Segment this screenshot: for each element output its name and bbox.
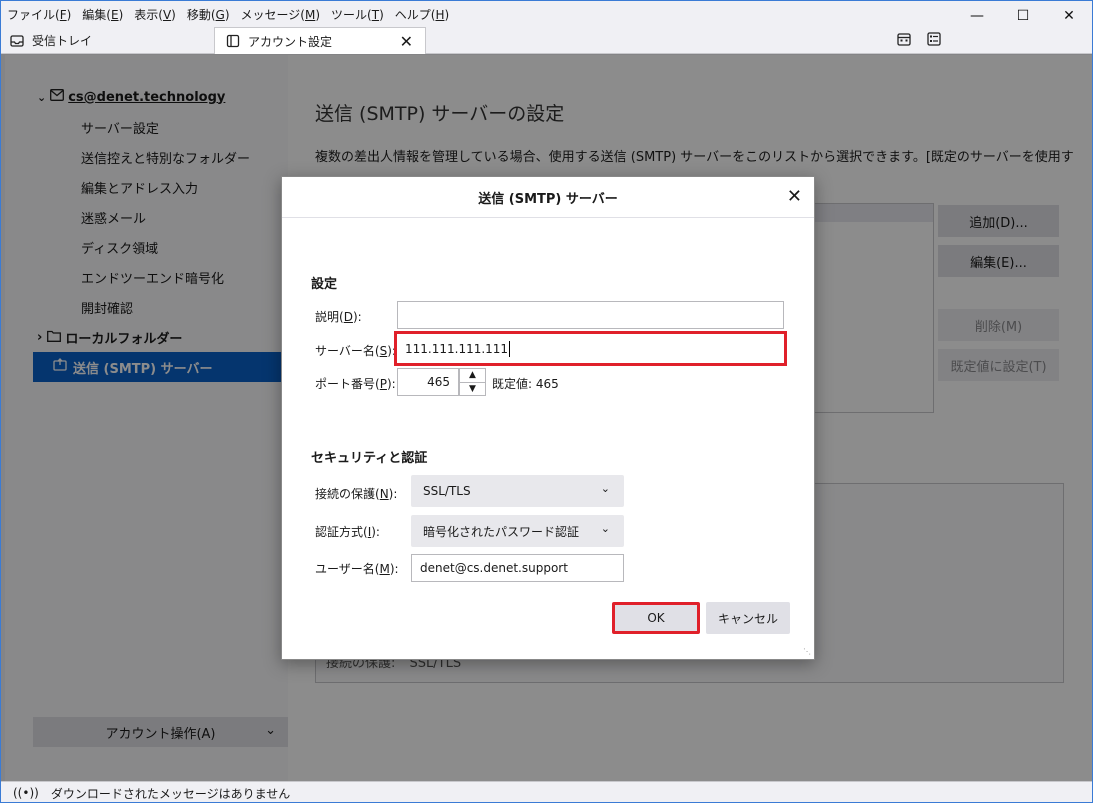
default-port-text: 既定値: 465 — [492, 377, 559, 391]
inbox-icon — [9, 33, 25, 49]
server-name-label: サーバー名(S): — [315, 344, 396, 358]
connection-security-label: 接続の保護(N): — [315, 487, 398, 501]
smtp-server-dialog: 送信 (SMTP) サーバー ✕ 設定 説明(D): サーバー名(S): 111… — [281, 176, 815, 660]
calendar-icon[interactable] — [896, 31, 912, 51]
chevron-down-icon: ⌄ — [600, 522, 610, 535]
tasks-icon[interactable] — [926, 31, 942, 51]
username-label: ユーザー名(M): — [315, 562, 399, 576]
tab-account-settings-label: アカウント設定 — [248, 34, 333, 49]
activity-icon: ((•)) — [13, 786, 39, 800]
status-text: ダウンロードされたメッセージはありません — [50, 786, 291, 801]
resize-grip-icon[interactable]: ⋱ — [803, 647, 811, 656]
description-field[interactable] — [397, 301, 784, 329]
menu-view[interactable]: 表示(V) — [134, 6, 176, 23]
connection-security-select[interactable]: SSL/TLS ⌄ — [411, 475, 624, 507]
security-heading: セキュリティと認証 — [311, 451, 428, 466]
username-field[interactable]: denet@cs.denet.support — [411, 554, 624, 582]
ok-button[interactable]: OK — [612, 602, 700, 634]
menu-tools[interactable]: ツール(T) — [331, 6, 384, 23]
tab-account-settings[interactable]: アカウント設定 ✕ — [214, 27, 426, 54]
tab-bar: 受信トレイ アカウント設定 ✕ — [1, 27, 1092, 54]
close-icon[interactable]: ✕ — [787, 186, 802, 207]
tab-inbox-label: 受信トレイ — [32, 34, 93, 48]
status-bar: ((•)) ダウンロードされたメッセージはありません — [1, 781, 1092, 802]
server-name-value: 111.111.111.111 — [405, 341, 509, 356]
port-field[interactable]: 465 — [397, 368, 459, 396]
menu-edit[interactable]: 編集(E) — [82, 6, 123, 23]
tab-toolbar — [896, 31, 942, 51]
auth-method-label: 認証方式(I): — [315, 525, 380, 539]
tab-inbox[interactable]: 受信トレイ — [9, 27, 209, 54]
connection-security-value: SSL/TLS — [423, 484, 471, 498]
app-window: ファイル(F) 編集(E) 表示(V) 移動(G) メッセージ(M) ツール(T… — [0, 0, 1093, 803]
chevron-down-icon: ⌄ — [600, 482, 610, 495]
server-name-field[interactable]: 111.111.111.111 — [394, 331, 787, 366]
settings-heading: 設定 — [311, 277, 338, 292]
menu-file[interactable]: ファイル(F) — [7, 6, 71, 23]
auth-method-select[interactable]: 暗号化されたパスワード認証 ⌄ — [411, 515, 624, 547]
cancel-button[interactable]: キャンセル — [706, 602, 790, 634]
chevron-up-icon[interactable]: ▲ — [460, 369, 485, 383]
account-settings-icon — [225, 33, 241, 49]
auth-method-value: 暗号化されたパスワード認証 — [423, 524, 580, 539]
text-cursor — [509, 340, 511, 357]
close-tab-icon[interactable]: ✕ — [400, 32, 413, 51]
port-stepper[interactable]: ▲ ▼ — [459, 368, 486, 396]
menubar: ファイル(F) 編集(E) 表示(V) 移動(G) メッセージ(M) ツール(T… — [1, 1, 1092, 27]
menu-go[interactable]: 移動(G) — [187, 6, 230, 23]
dialog-title: 送信 (SMTP) サーバー — [478, 191, 618, 207]
port-label: ポート番号(P): — [315, 377, 396, 391]
menu-message[interactable]: メッセージ(M) — [241, 6, 321, 23]
description-label: 説明(D): — [315, 310, 362, 324]
chevron-down-icon[interactable]: ▼ — [460, 383, 485, 396]
menu-help[interactable]: ヘルプ(H) — [395, 6, 449, 23]
dialog-title-bar: 送信 (SMTP) サーバー ✕ — [282, 177, 814, 218]
